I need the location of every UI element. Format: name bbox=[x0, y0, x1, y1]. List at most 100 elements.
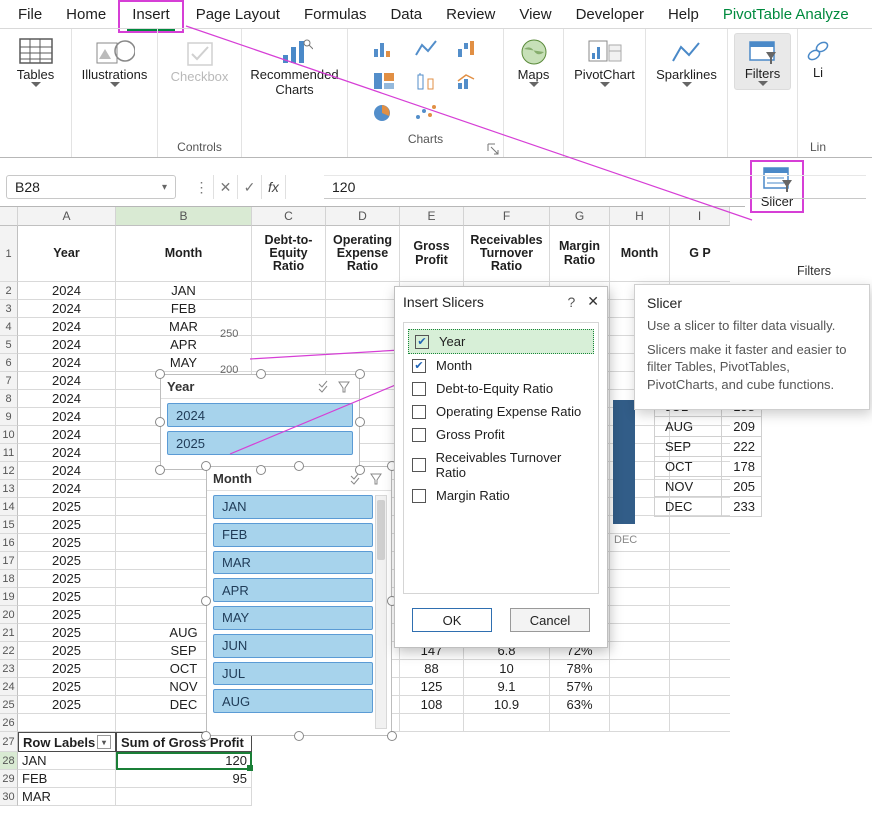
field-checkbox-margin-ratio[interactable]: Margin Ratio bbox=[406, 484, 596, 507]
tab-home[interactable]: Home bbox=[54, 2, 118, 27]
tab-formulas[interactable]: Formulas bbox=[292, 2, 379, 27]
col-header-D[interactable]: D bbox=[326, 207, 400, 226]
resize-handle[interactable] bbox=[155, 369, 165, 379]
close-icon[interactable]: ✕ bbox=[587, 293, 599, 310]
slicer-item[interactable]: JUL bbox=[213, 662, 373, 686]
tables-button[interactable]: Tables bbox=[2, 33, 70, 88]
filters-button[interactable]: Filters bbox=[734, 33, 791, 90]
slicer-item[interactable]: AUG bbox=[213, 689, 373, 713]
formula-dropdown-icon[interactable]: ⋮ bbox=[190, 175, 214, 199]
slicer-item[interactable]: 2025 bbox=[167, 431, 353, 455]
recommended-charts-button[interactable]: Recommended Charts bbox=[257, 33, 333, 97]
resize-handle[interactable] bbox=[355, 465, 365, 475]
select-all-corner[interactable] bbox=[0, 207, 18, 226]
filter-dropdown-icon[interactable]: ▾ bbox=[97, 735, 111, 749]
chart-type-combo[interactable] bbox=[449, 67, 487, 95]
resize-handle[interactable] bbox=[294, 731, 304, 741]
tab-view[interactable]: View bbox=[507, 2, 563, 27]
pivot-row-label[interactable]: JAN bbox=[18, 752, 116, 770]
checkbox-icon[interactable] bbox=[412, 405, 426, 419]
slicer-item[interactable]: 2024 bbox=[167, 403, 353, 427]
pivot-row-label[interactable]: FEB bbox=[18, 770, 116, 788]
col-header-F[interactable]: F bbox=[464, 207, 550, 226]
multi-select-icon[interactable] bbox=[317, 380, 333, 394]
field-checkbox-operating-expense-ratio[interactable]: Operating Expense Ratio bbox=[406, 400, 596, 423]
slicer-scrollbar[interactable] bbox=[375, 495, 387, 729]
resize-handle[interactable] bbox=[201, 731, 211, 741]
pivotchart-button[interactable]: PivotChart bbox=[571, 33, 639, 88]
maps-button[interactable]: Maps bbox=[509, 33, 559, 88]
sparklines-button[interactable]: Sparklines bbox=[653, 33, 721, 88]
chart-type-waterfall[interactable] bbox=[449, 35, 487, 63]
field-checkbox-receivables-turnover-ratio[interactable]: Receivables Turnover Ratio bbox=[406, 446, 596, 484]
tab-page-layout[interactable]: Page Layout bbox=[184, 2, 292, 27]
slicer-item[interactable]: MAR bbox=[213, 551, 373, 575]
field-checkbox-year[interactable]: ✔Year bbox=[408, 329, 594, 354]
checkbox-icon[interactable] bbox=[412, 458, 426, 472]
resize-handle[interactable] bbox=[155, 465, 165, 475]
pivot-value-cell[interactable]: 120 bbox=[116, 752, 252, 770]
col-header-B[interactable]: B bbox=[116, 207, 252, 226]
resize-handle[interactable] bbox=[387, 731, 397, 741]
tab-developer[interactable]: Developer bbox=[564, 2, 656, 27]
tab-help[interactable]: Help bbox=[656, 2, 711, 27]
clear-filter-icon[interactable] bbox=[369, 472, 385, 486]
name-box[interactable]: B28 ▾ bbox=[6, 175, 176, 199]
chevron-down-icon[interactable]: ▾ bbox=[162, 182, 167, 193]
col-header-E[interactable]: E bbox=[400, 207, 464, 226]
chart-type-statistic[interactable] bbox=[407, 67, 445, 95]
chart-type-pie[interactable] bbox=[365, 99, 403, 127]
chart-type-line[interactable] bbox=[407, 35, 445, 63]
resize-handle[interactable] bbox=[355, 417, 365, 427]
slicer-item[interactable]: MAY bbox=[213, 606, 373, 630]
tab-data[interactable]: Data bbox=[378, 2, 434, 27]
slicer-month[interactable]: Month JANFEBMARAPRMAYJUNJULAUG bbox=[206, 466, 392, 736]
checkbox-button[interactable]: Checkbox bbox=[163, 33, 237, 84]
resize-handle[interactable] bbox=[201, 461, 211, 471]
slicer-year[interactable]: Year 20242025 bbox=[160, 374, 360, 470]
pivot-row-labels-header[interactable]: Row Labels▾ bbox=[18, 732, 116, 752]
chart-type-scatter[interactable] bbox=[407, 99, 445, 127]
tab-review[interactable]: Review bbox=[434, 2, 507, 27]
ok-button[interactable]: OK bbox=[412, 608, 492, 632]
pivot-row-label[interactable]: MAR bbox=[18, 788, 116, 806]
chart-type-hierarchy[interactable] bbox=[365, 67, 403, 95]
resize-handle[interactable] bbox=[256, 369, 266, 379]
resize-handle[interactable] bbox=[201, 596, 211, 606]
tab-insert[interactable]: Insert bbox=[120, 2, 182, 27]
col-header-C[interactable]: C bbox=[252, 207, 326, 226]
formula-bar[interactable]: 120 bbox=[324, 175, 866, 199]
field-checkbox-debt-to-equity-ratio[interactable]: Debt-to-Equity Ratio bbox=[406, 377, 596, 400]
scrollbar-thumb[interactable] bbox=[377, 500, 385, 560]
resize-handle[interactable] bbox=[355, 369, 365, 379]
chart-type-column[interactable] bbox=[365, 35, 403, 63]
col-header-H[interactable]: H bbox=[610, 207, 670, 226]
resize-handle[interactable] bbox=[256, 465, 266, 475]
tab-pivottable-analyze[interactable]: PivotTable Analyze bbox=[711, 2, 861, 27]
illustrations-button[interactable]: Illustrations bbox=[81, 33, 149, 88]
clear-filter-icon[interactable] bbox=[337, 380, 353, 394]
resize-handle[interactable] bbox=[155, 417, 165, 427]
checkbox-icon[interactable] bbox=[412, 428, 426, 442]
slicer-item[interactable]: APR bbox=[213, 578, 373, 602]
checkbox-icon[interactable]: ✔ bbox=[412, 359, 426, 373]
col-header-A[interactable]: A bbox=[18, 207, 116, 226]
checkbox-icon[interactable] bbox=[412, 382, 426, 396]
accept-formula-icon[interactable]: ✓ bbox=[238, 175, 262, 199]
slicer-item[interactable]: JAN bbox=[213, 495, 373, 519]
slicer-item[interactable]: FEB bbox=[213, 523, 373, 547]
resize-handle[interactable] bbox=[294, 461, 304, 471]
pivot-value-cell[interactable] bbox=[116, 788, 252, 806]
field-checkbox-month[interactable]: ✔Month bbox=[406, 354, 596, 377]
col-header-G[interactable]: G bbox=[550, 207, 610, 226]
fx-icon[interactable]: fx bbox=[262, 175, 286, 199]
pivot-value-cell[interactable]: 95 bbox=[116, 770, 252, 788]
link-button-partial[interactable]: Li bbox=[801, 33, 835, 80]
help-icon[interactable]: ? bbox=[567, 294, 575, 310]
cancel-formula-icon[interactable]: ✕ bbox=[214, 175, 238, 199]
checkbox-icon[interactable]: ✔ bbox=[415, 335, 429, 349]
cancel-button[interactable]: Cancel bbox=[510, 608, 590, 632]
tab-file[interactable]: File bbox=[6, 2, 54, 27]
dialog-launcher-icon[interactable] bbox=[487, 143, 499, 155]
slicer-item[interactable]: JUN bbox=[213, 634, 373, 658]
